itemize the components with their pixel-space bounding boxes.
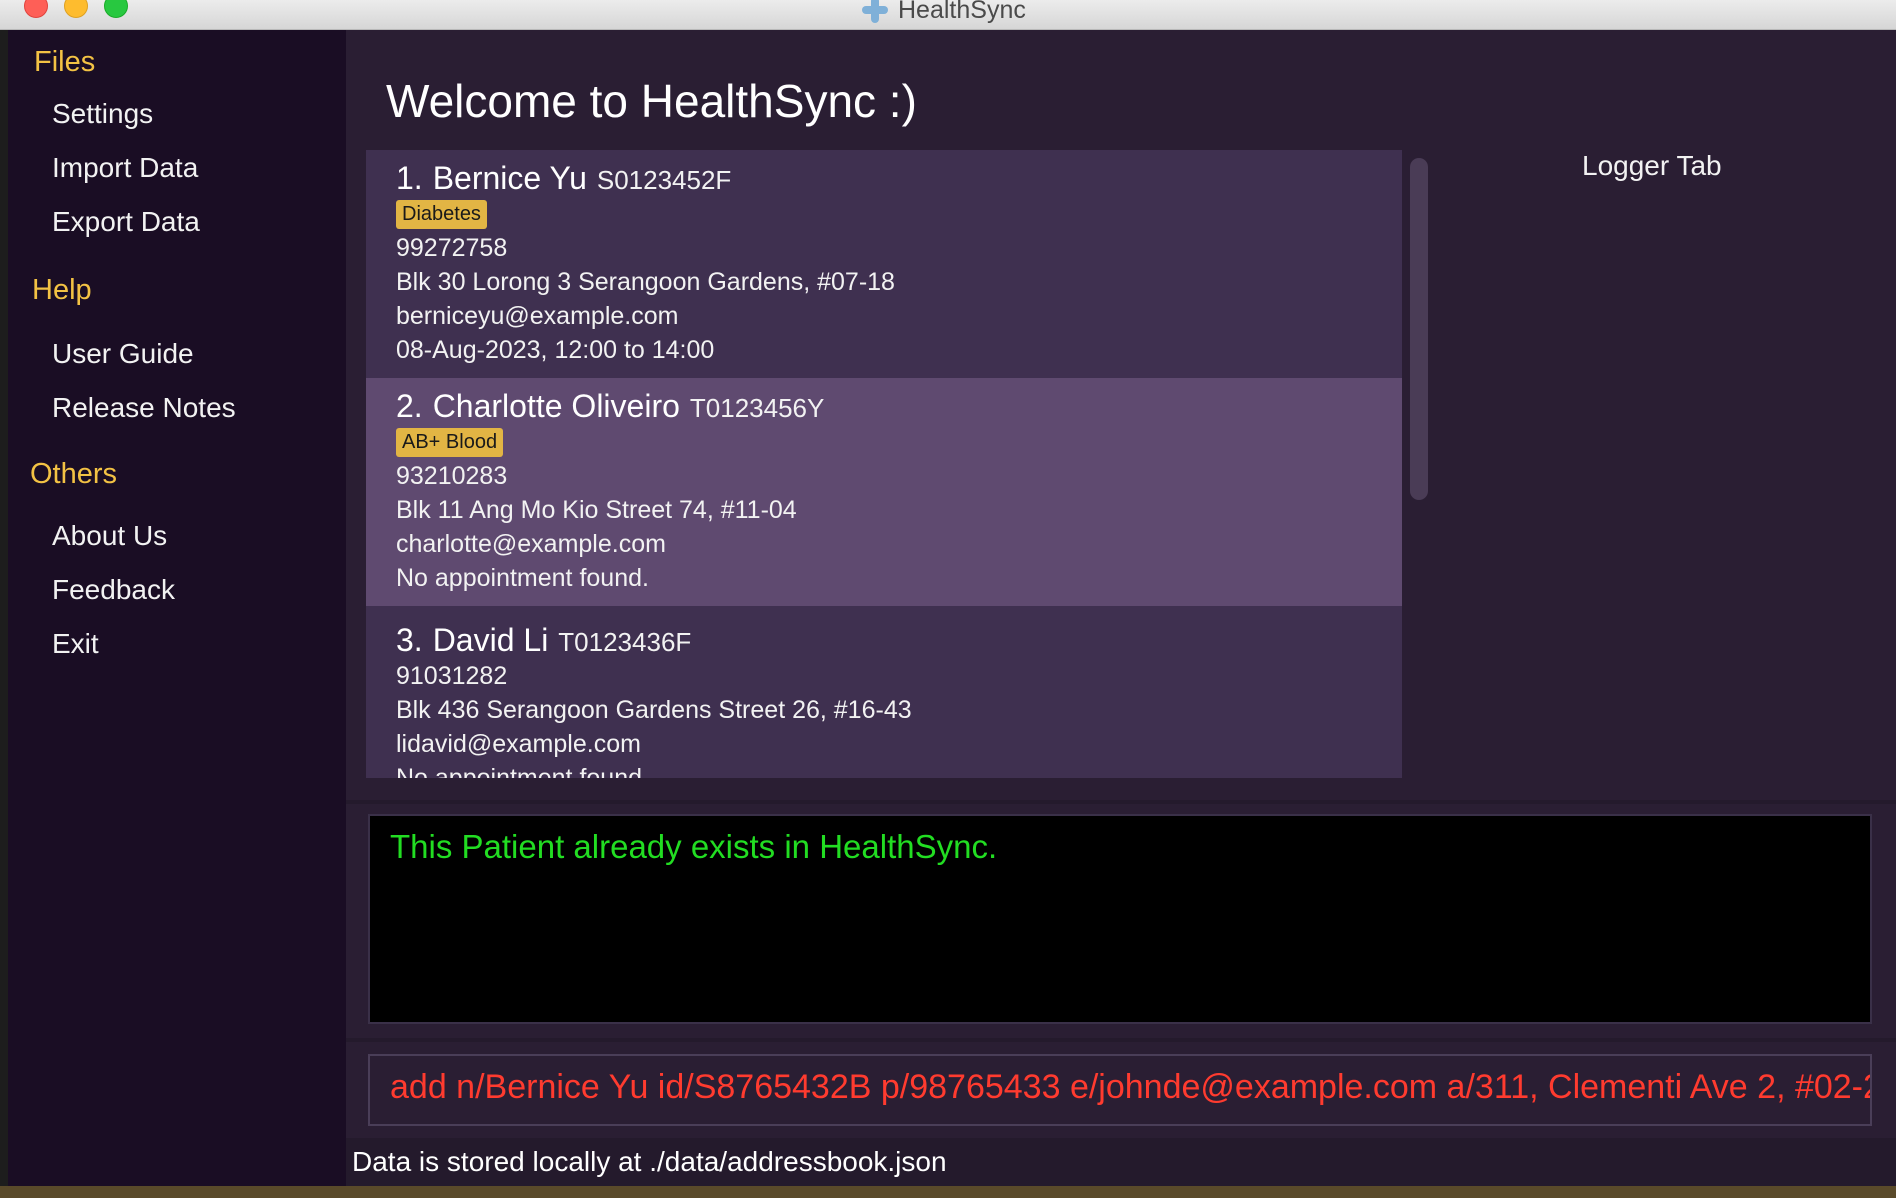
patient-appointment: No appointment found. — [396, 764, 649, 778]
patient-nric: S0123452F — [596, 165, 732, 195]
sidebar-item-release-notes[interactable]: Release Notes — [52, 392, 236, 424]
close-window-button[interactable] — [24, 0, 48, 18]
sidebar-item-about-us[interactable]: About Us — [52, 520, 167, 552]
sidebar: Files Settings Import Data Export Data H… — [8, 30, 346, 1186]
patient-appointment: 08-Aug-2023, 12:00 to 14:00 — [396, 336, 715, 364]
patient-phone: 99272758 — [396, 234, 508, 262]
patient-list[interactable]: 1. Bernice Yu S0123452F Diabetes 9927275… — [366, 150, 1402, 778]
patient-appointment: No appointment found. — [396, 564, 649, 592]
sidebar-item-settings[interactable]: Settings — [52, 98, 153, 130]
patient-nric: T0123436F — [558, 627, 692, 657]
patient-name: David Li — [432, 622, 549, 658]
patient-email: berniceyu@example.com — [396, 302, 679, 330]
patient-nric: T0123456Y — [689, 393, 825, 423]
patient-email: lidavid@example.com — [396, 730, 641, 758]
main-panel: Welcome to HealthSync :) 1. Bernice Yu S… — [346, 30, 1896, 1186]
window-title: HealthSync — [862, 0, 1026, 25]
desktop-background-left — [0, 30, 8, 1198]
zoom-window-button[interactable] — [104, 0, 128, 18]
title-bar: HealthSync — [0, 0, 1896, 30]
patient-index: 3. — [396, 622, 423, 658]
sidebar-item-import-data[interactable]: Import Data — [52, 152, 198, 184]
patient-card-selected[interactable]: 2. Charlotte Oliveiro T0123456Y AB+ Bloo… — [366, 378, 1402, 606]
status-text: Data is stored locally at ./data/address… — [352, 1146, 947, 1177]
result-display: This Patient already exists in HealthSyn… — [368, 814, 1872, 1024]
command-box[interactable]: add n/Bernice Yu id/S8765432B p/98765433… — [368, 1054, 1872, 1126]
sidebar-item-exit[interactable]: Exit — [52, 628, 99, 660]
page-title: Welcome to HealthSync :) — [386, 75, 917, 127]
minimize-window-button[interactable] — [64, 0, 88, 18]
patient-tag: Diabetes — [396, 200, 487, 229]
sidebar-item-feedback[interactable]: Feedback — [52, 574, 175, 606]
patient-phone: 93210283 — [396, 462, 508, 490]
divider — [346, 800, 1896, 804]
sidebar-section-others: Others — [30, 458, 118, 490]
result-message: This Patient already exists in HealthSyn… — [390, 828, 998, 865]
divider — [346, 1038, 1896, 1042]
patient-address: Blk 30 Lorong 3 Serangoon Gardens, #07-1… — [396, 268, 895, 296]
healthsync-logo-icon — [862, 0, 888, 23]
logger-tab[interactable]: Logger Tab — [1582, 150, 1722, 182]
patient-header: 1. Bernice Yu S0123452F — [396, 160, 731, 197]
patient-name: Bernice Yu — [432, 160, 587, 196]
patient-header: 3. David Li T0123436F — [396, 622, 691, 659]
patient-list-scrollbar[interactable] — [1410, 158, 1428, 500]
patient-card[interactable]: 3. David Li T0123436F 91031282 Blk 436 S… — [366, 606, 1402, 778]
sidebar-item-export-data[interactable]: Export Data — [52, 206, 200, 238]
window-title-text: HealthSync — [898, 0, 1026, 24]
patient-card[interactable]: 1. Bernice Yu S0123452F Diabetes 9927275… — [366, 150, 1402, 378]
desktop-background-bottom — [0, 1186, 1896, 1198]
command-input[interactable]: add n/Bernice Yu id/S8765432B p/98765433… — [390, 1068, 1870, 1107]
patient-index: 1. — [396, 160, 423, 196]
patient-email: charlotte@example.com — [396, 530, 666, 558]
sidebar-section-files: Files — [34, 46, 96, 78]
sidebar-section-help: Help — [32, 274, 92, 306]
patient-index: 2. — [396, 388, 423, 424]
patient-address: Blk 11 Ang Mo Kio Street 74, #11-04 — [396, 496, 797, 524]
patient-name: Charlotte Oliveiro — [432, 388, 680, 424]
sidebar-item-user-guide[interactable]: User Guide — [52, 338, 194, 370]
patient-address: Blk 436 Serangoon Gardens Street 26, #16… — [396, 696, 912, 724]
patient-phone: 91031282 — [396, 662, 508, 690]
patient-tag: AB+ Blood — [396, 428, 504, 457]
status-bar: Data is stored locally at ./data/address… — [346, 1138, 1896, 1186]
patient-header: 2. Charlotte Oliveiro T0123456Y — [396, 388, 824, 425]
